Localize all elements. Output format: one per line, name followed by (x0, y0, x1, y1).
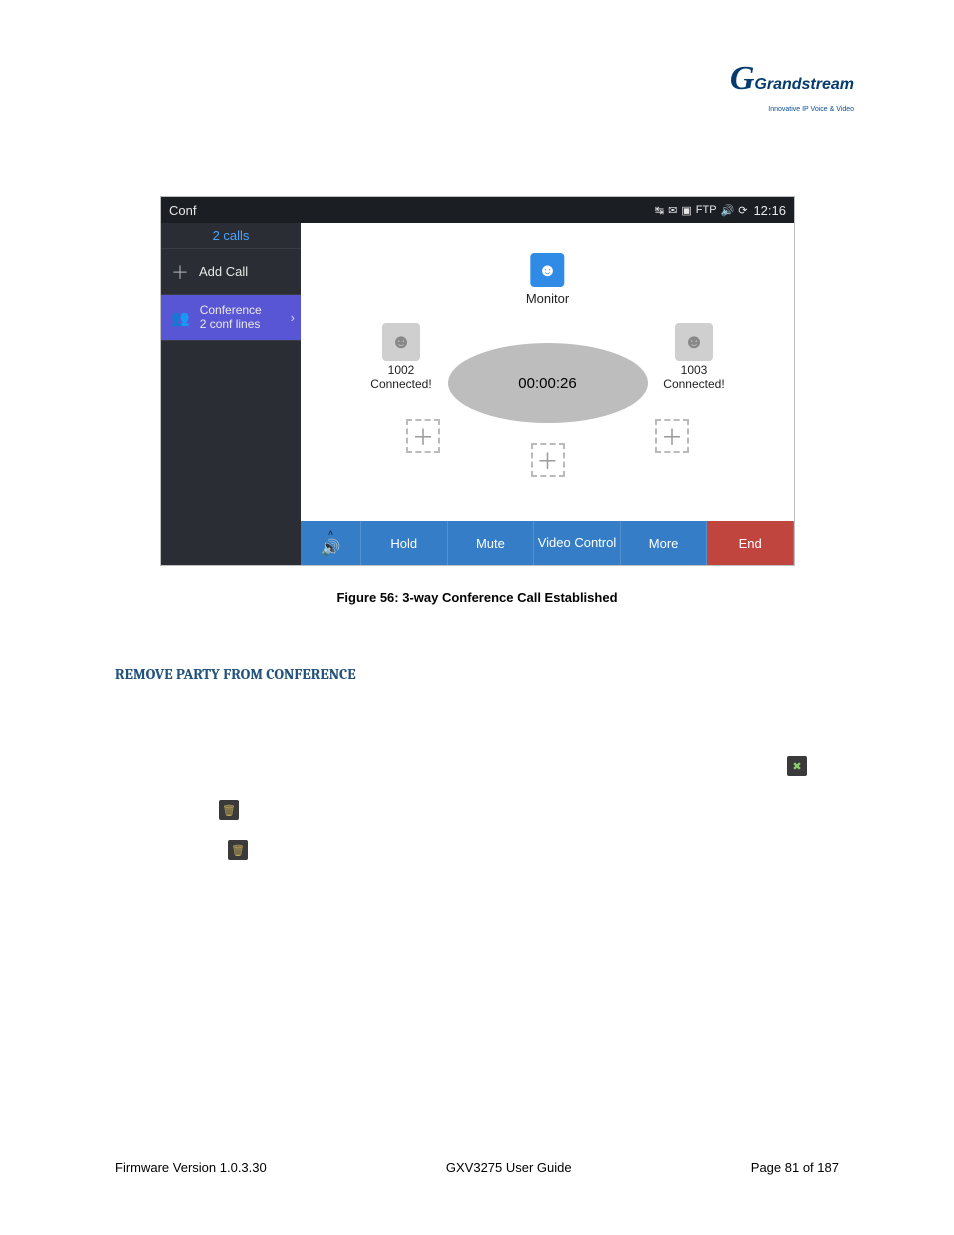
footer-firmware: Firmware Version 1.0.3.30 (115, 1160, 267, 1175)
add-call-button[interactable]: ＋ Add Call (161, 249, 301, 295)
conference-line-item[interactable]: 👥 Conference 2 conf lines (161, 295, 301, 341)
call-toolbar: ˄ 🔊 Hold Mute Video Control More End (301, 521, 794, 565)
footer-page: Page 81 of 187 (751, 1160, 839, 1175)
hold-button[interactable]: Hold (361, 521, 448, 565)
add-participant-slot[interactable]: ＋ (531, 443, 565, 477)
brand-logo: GGrandstream Innovative IP Voice & Video (730, 60, 854, 114)
participant-id: 1003 (654, 363, 734, 377)
footer-title: GXV3275 User Guide (446, 1160, 572, 1175)
chevron-up-icon: ˄ (328, 528, 333, 538)
end-button[interactable]: End (707, 521, 794, 565)
screenshot-frame: Conf ↹ ✉ ▣ FTP 🔊 ⟳ 12:16 2 calls ＋ Add C… (160, 196, 795, 566)
call-timer: 00:00:26 (448, 343, 648, 423)
plus-icon: ＋ (171, 259, 189, 285)
conference-label: Conference 2 conf lines (200, 304, 262, 330)
mute-participant-icon (787, 756, 807, 776)
person-icon: ☻ (530, 253, 564, 287)
monitor-participant[interactable]: ☻ Monitor (526, 253, 569, 306)
delete-participant-icon (219, 800, 239, 820)
participant-1002[interactable]: ☻ 1002 Connected! (361, 323, 441, 391)
participant-id: 1002 (361, 363, 441, 377)
add-call-label: Add Call (199, 264, 248, 279)
people-icon: 👥 (171, 309, 190, 327)
mute-button[interactable]: Mute (448, 521, 535, 565)
monitor-label: Monitor (526, 291, 569, 306)
speaker-toggle[interactable]: ˄ 🔊 (301, 521, 361, 565)
voicemail-icon: ✉ (668, 204, 677, 217)
page-footer: Firmware Version 1.0.3.30 GXV3275 User G… (115, 1160, 839, 1175)
picture-icon: ▣ (681, 204, 691, 217)
volume-icon: 🔊 (721, 204, 735, 217)
person-icon: ☻ (675, 323, 713, 361)
figure-caption: Figure 56: 3-way Conference Call Establi… (0, 590, 954, 605)
more-button[interactable]: More (621, 521, 708, 565)
section-heading: REMOVE PARTY FROM CONFERENCE (115, 665, 356, 683)
ftp-icon: FTP (696, 204, 717, 216)
participant-status: Connected! (654, 377, 734, 391)
window-title: Conf (169, 203, 196, 218)
clock: 12:16 (753, 203, 786, 218)
conference-canvas: ☻ Monitor 00:00:26 ☻ 1002 Connected! ☻ 1… (301, 223, 794, 565)
sync-icon: ⟳ (738, 204, 747, 217)
add-participant-slot[interactable]: ＋ (406, 419, 440, 453)
add-participant-slot[interactable]: ＋ (655, 419, 689, 453)
participant-status: Connected! (361, 377, 441, 391)
speaker-icon: 🔊 (321, 538, 341, 558)
status-icons: ↹ ✉ ▣ FTP 🔊 ⟳ (655, 204, 748, 217)
delete-participant-icon (228, 840, 248, 860)
video-control-button[interactable]: Video Control (534, 521, 621, 565)
left-sidebar: 2 calls ＋ Add Call 👥 Conference 2 conf l… (161, 223, 301, 565)
status-bar: Conf ↹ ✉ ▣ FTP 🔊 ⟳ 12:16 (161, 197, 794, 223)
participant-1003[interactable]: ☻ 1003 Connected! (654, 323, 734, 391)
person-icon: ☻ (382, 323, 420, 361)
calls-count: 2 calls (161, 223, 301, 249)
call-transfer-icon: ↹ (655, 204, 664, 217)
